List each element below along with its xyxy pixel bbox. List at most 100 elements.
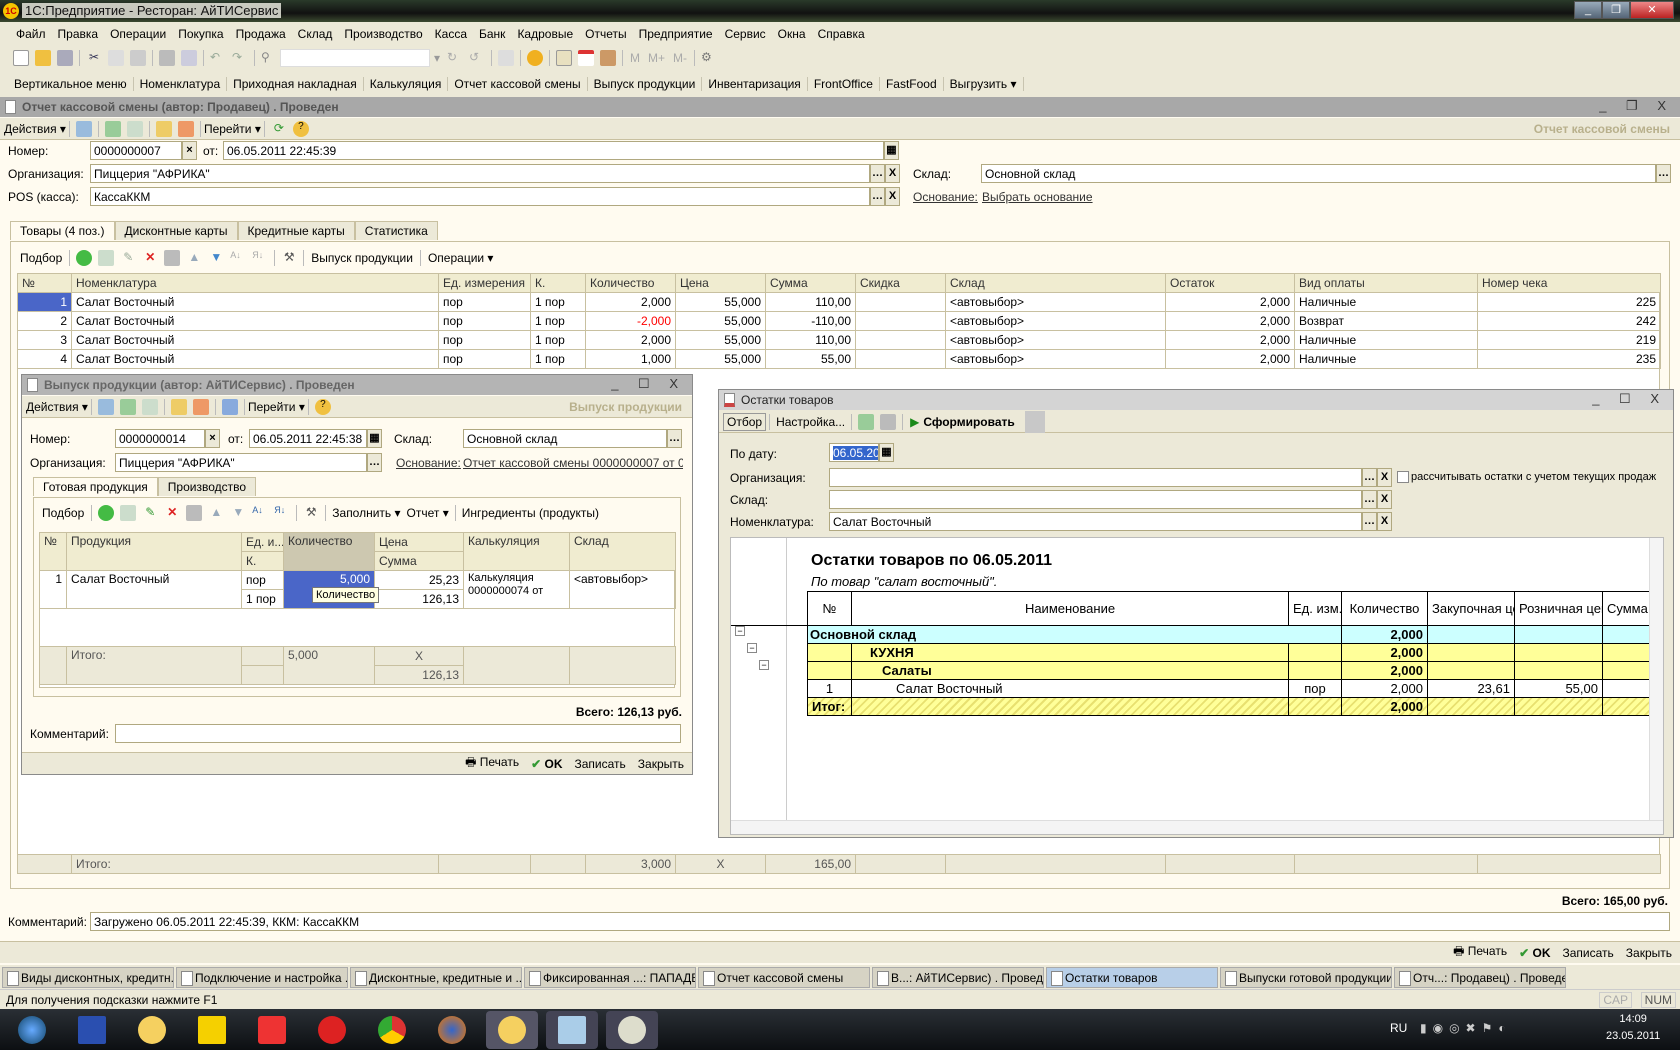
goto-menu[interactable]: Перейти ▾ [204,122,261,136]
warehouse-select-button[interactable]: … [1656,164,1671,183]
cut-icon[interactable]: ✂ [86,50,102,66]
move-down-icon[interactable]: ▼ [208,250,224,266]
column-header[interactable]: Вид оплаты [1294,273,1478,293]
app-4-icon[interactable] [246,1011,298,1049]
basis-label[interactable]: Основание: [396,456,461,470]
menu-item[interactable]: Окна [772,27,812,41]
copy-doc-icon[interactable] [126,120,143,137]
tab[interactable]: Кредитные карты [237,221,355,240]
col-sum[interactable]: Сумма [374,551,464,571]
item-field[interactable]: Салат Восточный [829,512,1362,531]
firefox-app-icon[interactable] [426,1011,478,1049]
chrome-app-icon[interactable] [366,1011,418,1049]
table-cell[interactable]: <автовыбор> [945,292,1166,312]
table-cell[interactable]: 1 пор [530,311,586,331]
move-down-icon[interactable]: ▼ [230,505,246,521]
memory-plus-button[interactable]: M+ [648,51,665,65]
ingredients-button[interactable]: Ингредиенты (продукты) [459,506,602,520]
warehouse-clear-button[interactable]: X [1377,490,1392,509]
date-field[interactable]: 06.05.2011 22:45:39 [223,141,884,160]
window-tab[interactable]: Фиксированная ...: ПАПАДЕ [524,967,696,988]
org-field[interactable]: Пиццерия "АФРИКА" [90,164,870,183]
table-cell[interactable]: Наличные [1294,330,1478,350]
copy-row-icon[interactable] [98,250,115,266]
warehouse-select-button[interactable]: … [667,429,682,448]
table-cell[interactable]: 1 пор [530,349,586,369]
tab[interactable]: Товары (4 поз.) [10,221,115,240]
table-cell[interactable]: 1 пор [530,330,586,350]
memory-button[interactable]: M [630,51,640,65]
help-icon[interactable]: ? [292,120,309,137]
column-header[interactable]: Цена [675,273,766,293]
restore-settings-icon[interactable] [880,413,897,430]
end-edit-icon[interactable] [186,505,203,521]
comment-field[interactable]: Загружено 06.05.2011 22:45:39, ККМ: Касс… [90,912,1670,931]
window-tab[interactable]: В...: АйТИСервис) . Проведен [872,967,1044,988]
paint-app-icon[interactable] [606,1010,658,1049]
table-cell[interactable]: 55,000 [675,349,766,369]
minimize-button[interactable]: _ [1574,1,1602,19]
quick-button[interactable]: Выпуск продукции [588,77,703,91]
table-cell[interactable]: Салат Восточный [71,311,439,331]
warehouse-field[interactable]: Основной склад [981,164,1656,183]
help-icon[interactable]: ? [314,398,331,415]
table-cell[interactable]: 55,000 [675,311,766,331]
release-button[interactable]: Выпуск продукции [307,251,417,265]
delete-icon[interactable]: ✕ [164,505,180,521]
save-button[interactable]: Записать [575,757,626,771]
sort-desc-icon[interactable]: Я↓ [274,505,290,521]
edit-icon[interactable]: ✎ [120,250,136,266]
move-up-icon[interactable]: ▲ [186,250,202,266]
column-header[interactable]: Номер чека [1477,273,1661,293]
menu-item[interactable]: Продажа [230,27,292,41]
table-cell[interactable]: пор [438,349,531,369]
window-tab[interactable]: Остатки товаров [1046,967,1218,988]
column-header[interactable]: Номенклатура [71,273,439,293]
collapse-icon[interactable]: − [759,660,769,670]
table-cell[interactable]: 235 [1477,349,1661,369]
table-cell[interactable]: 2,000 [1165,330,1295,350]
sort-asc-icon[interactable]: А↓ [230,250,246,266]
move-up-icon[interactable]: ▲ [208,505,224,521]
clear-number-button[interactable]: × [182,141,197,160]
paste-icon[interactable] [130,50,146,66]
copy-row-icon[interactable] [120,505,137,521]
warehouse-select-button[interactable]: … [1362,490,1377,509]
close-button[interactable]: ✕ [1630,1,1674,19]
column-header[interactable]: № [17,273,72,293]
settings-icon[interactable]: ⚙ [701,50,717,66]
1c-app-icon[interactable] [126,1011,178,1049]
menu-item[interactable]: Покупка [172,27,229,41]
tab[interactable]: Дисконтные карты [114,221,238,240]
table-cell[interactable]: пор [438,292,531,312]
table-cell[interactable]: 110,00 [765,292,856,312]
actions-menu[interactable]: Действия ▾ [4,122,66,136]
refresh-green-icon[interactable]: ⟳ [271,121,287,137]
table-cell[interactable]: пор [438,311,531,331]
search-icon[interactable]: ⚲ [261,50,277,66]
fill-menu[interactable]: Заполнить ▾ [329,506,403,520]
window-tab[interactable]: Отч...: Продавец) . Проведен [1394,967,1566,988]
quick-button[interactable]: Вертикальное меню [8,77,134,91]
calendar-button[interactable]: ▦ [367,429,382,448]
based-on-icon[interactable] [155,120,172,137]
quick-button[interactable]: Приходная накладная [227,77,364,91]
col-k[interactable]: К. [241,551,284,571]
menu-item[interactable]: Отчеты [579,27,632,41]
menu-item[interactable]: Предприятие [633,27,719,41]
copy-doc-icon[interactable] [141,398,158,415]
refresh-icon[interactable] [119,398,136,415]
pick-button[interactable]: Подбор [38,506,88,520]
save-settings-icon[interactable] [858,413,875,430]
basis-link[interactable]: Отчет кассовой смены 0000000007 от 0... [463,456,683,470]
quick-button[interactable]: Выгрузить ▾ [944,77,1024,91]
delete-icon[interactable]: ✕ [142,250,158,266]
report-menu[interactable]: Отчет ▾ [404,506,452,520]
product-cell[interactable]: Салат Восточный [66,570,242,609]
quick-button[interactable]: FrontOffice [808,77,880,91]
settings-button[interactable]: Настройка... [773,415,848,429]
table-cell[interactable]: 110,00 [765,330,856,350]
menu-item[interactable]: Сервис [719,27,772,41]
operations-menu[interactable]: Операции ▾ [424,251,498,265]
quick-button[interactable]: Номенклатура [134,77,228,91]
